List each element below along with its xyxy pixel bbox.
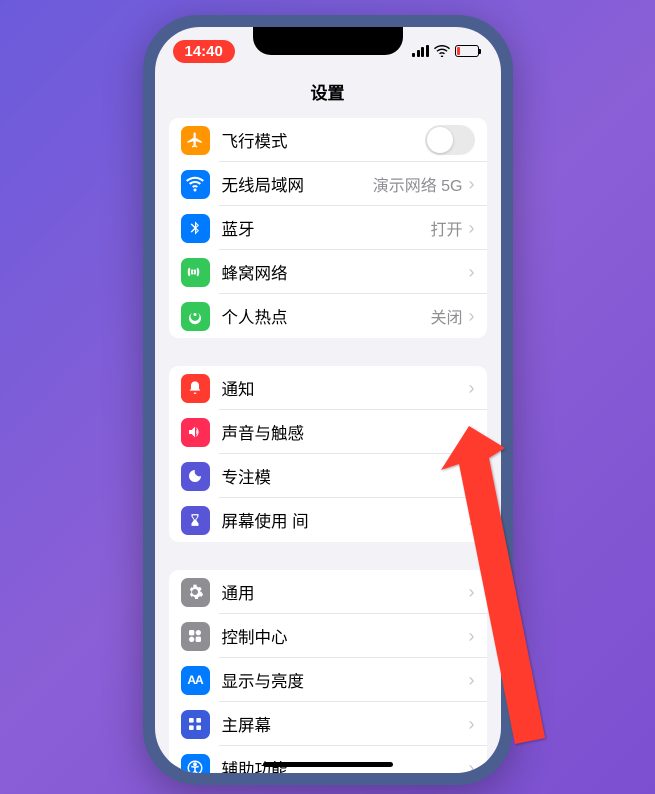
hourglass-icon: [181, 506, 210, 535]
row-display-brightness[interactable]: AA 显示与亮度 ›: [169, 658, 487, 702]
row-value: 演示网络 5G: [373, 172, 463, 196]
row-screen-time[interactable]: 屏幕使用 间 ›: [169, 498, 487, 542]
hotspot-icon: [181, 302, 210, 331]
phone-frame: 14:40 设置 飞行模式: [143, 15, 513, 785]
gear-icon: [181, 578, 210, 607]
chevron-right-icon: ›: [469, 218, 475, 239]
chevron-right-icon: ›: [469, 714, 475, 735]
moon-icon: [181, 462, 210, 491]
chevron-right-icon: ›: [469, 174, 475, 195]
group-general: 通用 › 控制中心 › AA 显示与亮度 ›: [169, 570, 487, 773]
row-label: 飞行模式: [222, 128, 425, 152]
home-screen-icon: [181, 710, 210, 739]
row-general[interactable]: 通用 ›: [169, 570, 487, 614]
row-focus[interactable]: 专注模 ›: [169, 454, 487, 498]
status-icons: [412, 45, 479, 57]
row-value: 关闭: [430, 304, 462, 328]
chevron-right-icon: ›: [469, 262, 475, 283]
accessibility-icon: [181, 754, 210, 774]
row-notifications[interactable]: 通知 ›: [169, 366, 487, 410]
row-home-screen[interactable]: 主屏幕 ›: [169, 702, 487, 746]
airplane-icon: [181, 126, 210, 155]
chevron-right-icon: ›: [469, 626, 475, 647]
chevron-right-icon: ›: [469, 466, 475, 487]
row-label: 控制中心: [222, 624, 469, 648]
row-airplane-mode[interactable]: 飞行模式: [169, 118, 487, 162]
row-control-center[interactable]: 控制中心 ›: [169, 614, 487, 658]
chevron-right-icon: ›: [469, 582, 475, 603]
row-label: 通知: [222, 376, 469, 400]
row-label: 蓝牙: [222, 216, 431, 240]
signal-icon: [412, 45, 429, 57]
row-label: 显示与亮度: [222, 668, 469, 692]
row-bluetooth[interactable]: 蓝牙 打开 ›: [169, 206, 487, 250]
row-value: 打开: [430, 216, 462, 240]
cellular-icon: [181, 258, 210, 287]
screen: 14:40 设置 飞行模式: [155, 27, 501, 773]
row-label: 通用: [222, 580, 469, 604]
row-cellular[interactable]: 蜂窝网络 ›: [169, 250, 487, 294]
chevron-right-icon: ›: [469, 422, 475, 443]
row-label: 个人热点: [222, 304, 431, 328]
chevron-right-icon: ›: [469, 510, 475, 531]
row-label: 蜂窝网络: [222, 260, 469, 284]
chevron-right-icon: ›: [469, 670, 475, 691]
bell-icon: [181, 374, 210, 403]
notch: [253, 27, 403, 55]
row-wifi[interactable]: 无线局域网 演示网络 5G ›: [169, 162, 487, 206]
group-notifications: 通知 › 声音与触感 › 专注模 ›: [169, 366, 487, 542]
settings-scroll[interactable]: 飞行模式 无线局域网 演示网络 5G › 蓝牙 打开: [155, 118, 501, 773]
row-label: 屏幕使用 间: [222, 508, 469, 532]
group-connectivity: 飞行模式 无线局域网 演示网络 5G › 蓝牙 打开: [169, 118, 487, 338]
row-sounds-haptics[interactable]: 声音与触感 ›: [169, 410, 487, 454]
bluetooth-icon: [181, 214, 210, 243]
airplane-toggle[interactable]: [425, 125, 475, 155]
time-recording-pill: 14:40: [173, 40, 235, 63]
display-icon: AA: [181, 666, 210, 695]
row-label: 无线局域网: [222, 172, 373, 196]
row-label: 声音与触感: [222, 420, 469, 444]
chevron-right-icon: ›: [469, 378, 475, 399]
speaker-icon: [181, 418, 210, 447]
chevron-right-icon: ›: [469, 758, 475, 774]
row-label: 主屏幕: [222, 712, 469, 736]
battery-low-icon: [455, 45, 479, 57]
chevron-right-icon: ›: [469, 306, 475, 327]
home-indicator[interactable]: [263, 762, 393, 767]
row-hotspot[interactable]: 个人热点 关闭 ›: [169, 294, 487, 338]
row-label: 专注模: [222, 464, 469, 488]
row-accessibility[interactable]: 辅助功能 ›: [169, 746, 487, 773]
control-center-icon: [181, 622, 210, 651]
page-title: 设置: [155, 75, 501, 118]
wifi-icon: [181, 170, 210, 199]
wifi-icon: [434, 45, 450, 57]
